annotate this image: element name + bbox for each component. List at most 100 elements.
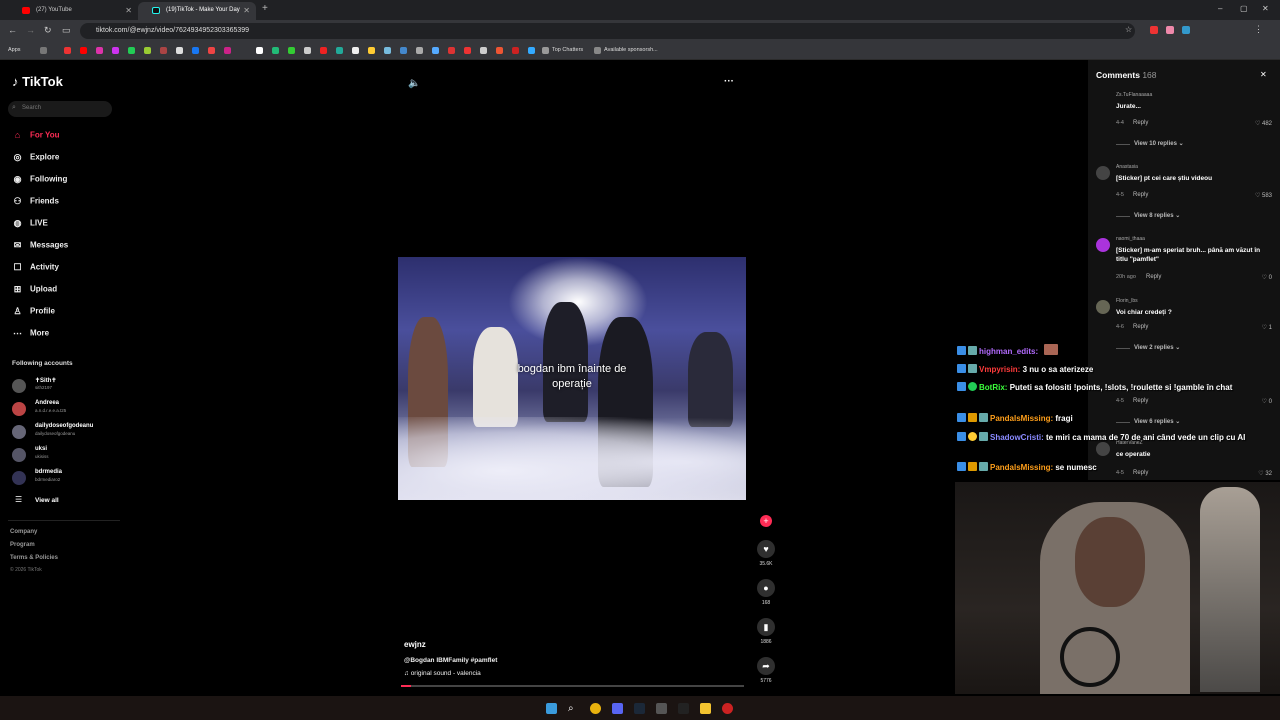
video-author[interactable]: ewjnz — [404, 640, 744, 649]
nav-friends[interactable]: ⚇ Friends — [12, 196, 58, 208]
star-icon[interactable]: ☆ — [1125, 25, 1132, 34]
nav-messages[interactable]: ✉ Messages — [12, 240, 69, 252]
reload-button[interactable]: ↻ — [44, 25, 52, 36]
bookmark-sponsorships[interactable]: Available sponsorsh... — [604, 47, 658, 53]
comment-user[interactable]: naomi_thaaa — [1116, 236, 1145, 242]
bookmark-icon[interactable] — [40, 47, 47, 54]
forward-button[interactable]: → — [26, 25, 35, 35]
nav-upload[interactable]: ⊞ Upload — [12, 284, 57, 296]
nav-more[interactable]: ⋯ More — [12, 328, 49, 340]
bookmark-icon[interactable] — [480, 47, 487, 54]
follow-button[interactable]: + — [752, 514, 780, 528]
bookmark-icon[interactable] — [208, 47, 215, 54]
obs-icon[interactable] — [722, 703, 733, 714]
extension-icon[interactable] — [1166, 26, 1174, 34]
reply-button[interactable]: Reply — [1133, 192, 1148, 198]
nav-explore[interactable]: ◎ Explore — [12, 152, 60, 164]
nav-following[interactable]: ◉ Following — [12, 174, 68, 186]
bookmark-icon[interactable] — [464, 47, 471, 54]
bookmark-icon[interactable] — [416, 47, 423, 54]
chrome-icon[interactable] — [590, 703, 601, 714]
minimize-button[interactable]: – — [1218, 4, 1222, 13]
bookmark-icon[interactable] — [288, 47, 295, 54]
nav-live[interactable]: ◍ LIVE — [12, 218, 48, 230]
bookmark-icon[interactable] — [176, 47, 183, 54]
comment-user[interactable]: Florin_lbs — [1116, 298, 1138, 304]
app-icon[interactable] — [678, 703, 689, 714]
bookmark-icon[interactable] — [112, 47, 119, 54]
more-options-icon[interactable]: ··· — [724, 76, 734, 87]
bookmark-icon[interactable] — [144, 47, 151, 54]
extension-icon[interactable] — [1150, 26, 1158, 34]
reply-button[interactable]: Reply — [1133, 120, 1148, 126]
bookmark-icon[interactable] — [96, 47, 103, 54]
tiktok-logo[interactable]: ♪ TikTok — [12, 74, 63, 89]
bookmark-icon[interactable] — [64, 47, 71, 54]
bookmark-icon[interactable] — [448, 47, 455, 54]
bookmark-icon[interactable] — [384, 47, 391, 54]
bookmark-icon[interactable] — [320, 47, 327, 54]
comment-user[interactable]: Zs.TuFlanaaaaa — [1116, 92, 1152, 98]
like-button[interactable]: ♥ 35.6K — [752, 540, 780, 567]
menu-icon[interactable]: ⋮ — [1254, 24, 1263, 35]
folder-icon[interactable] — [700, 703, 711, 714]
bookmark-icon[interactable] — [256, 47, 263, 54]
windows-start-icon[interactable] — [546, 703, 557, 714]
close-window-button[interactable]: ✕ — [1262, 4, 1269, 13]
bookmark-icon[interactable] — [224, 47, 231, 54]
bookmark-icon[interactable] — [368, 47, 375, 54]
search-input[interactable]: ⌕ Search — [8, 101, 112, 117]
sidepanel-icon[interactable]: ▭ — [62, 25, 71, 36]
comment-like[interactable]: ♡ 482 — [1255, 120, 1272, 127]
bookmark-icon[interactable] — [80, 47, 87, 54]
comment-button[interactable]: ● 168 — [752, 579, 780, 606]
nav-for-you[interactable]: ⌂ For You — [12, 130, 60, 142]
bookmark-icon[interactable] — [496, 47, 503, 54]
bookmark-icon[interactable] — [336, 47, 343, 54]
bookmark-icon[interactable] — [542, 47, 549, 54]
bookmark-top-chatters[interactable]: Top Chatters — [552, 47, 583, 53]
reply-button[interactable]: Reply — [1146, 274, 1161, 280]
close-icon[interactable]: ✕ — [1260, 70, 1267, 79]
url-field[interactable]: tiktok.com/@ewjnz/video/7624934952303365… — [80, 23, 1135, 39]
avatar[interactable] — [1096, 238, 1110, 252]
bookmark-icon[interactable] — [304, 47, 311, 54]
video-sound[interactable]: ♫ original sound - valencia — [404, 670, 744, 677]
bookmark-icon[interactable] — [528, 47, 535, 54]
footer-program[interactable]: Program — [10, 542, 35, 548]
close-icon[interactable]: ✕ — [125, 6, 132, 15]
save-button[interactable]: ▮ 1886 — [752, 618, 780, 645]
bookmark-icon[interactable] — [192, 47, 199, 54]
volume-icon[interactable]: 🔈 — [408, 78, 420, 89]
bookmark-icon[interactable] — [272, 47, 279, 54]
tab-youtube[interactable]: (27) YouTube ✕ — [8, 2, 138, 20]
view-replies-button[interactable]: View 8 replies ⌄ — [1134, 212, 1180, 219]
tab-tiktok[interactable]: (19)TikTok - Make Your Day ✕ — [138, 2, 256, 20]
bookmark-icon[interactable] — [160, 47, 167, 54]
bookmark-icon[interactable] — [352, 47, 359, 54]
video-player[interactable]: bogdan ibm înainte de operație — [398, 257, 746, 500]
bookmark-icon[interactable] — [432, 47, 439, 54]
nav-profile[interactable]: ♙ Profile — [12, 306, 54, 318]
view-replies-button[interactable]: View 10 replies ⌄ — [1134, 140, 1184, 147]
comment-user[interactable]: Anastasia — [1116, 164, 1138, 170]
footer-terms[interactable]: Terms & Policies — [10, 555, 58, 561]
avatar[interactable] — [1096, 300, 1110, 314]
nav-activity[interactable]: ☐ Activity — [12, 262, 58, 274]
video-progress-bar[interactable] — [401, 685, 744, 687]
app-icon[interactable] — [656, 703, 667, 714]
new-tab-button[interactable]: + — [262, 3, 268, 14]
steam-icon[interactable] — [634, 703, 645, 714]
bookmark-icon[interactable] — [512, 47, 519, 54]
avatar[interactable] — [1096, 166, 1110, 180]
comment-like[interactable]: ♡ 583 — [1255, 192, 1272, 199]
back-button[interactable]: ← — [8, 25, 17, 35]
close-icon[interactable]: ✕ — [243, 6, 250, 15]
bookmark-apps[interactable]: Apps — [8, 47, 21, 53]
maximize-button[interactable]: ▢ — [1240, 4, 1248, 13]
footer-company[interactable]: Company — [10, 529, 37, 535]
bookmark-icon[interactable] — [400, 47, 407, 54]
bookmark-icon[interactable] — [594, 47, 601, 54]
share-button[interactable]: ➦ 5776 — [752, 657, 780, 684]
extension-icon[interactable] — [1182, 26, 1190, 34]
